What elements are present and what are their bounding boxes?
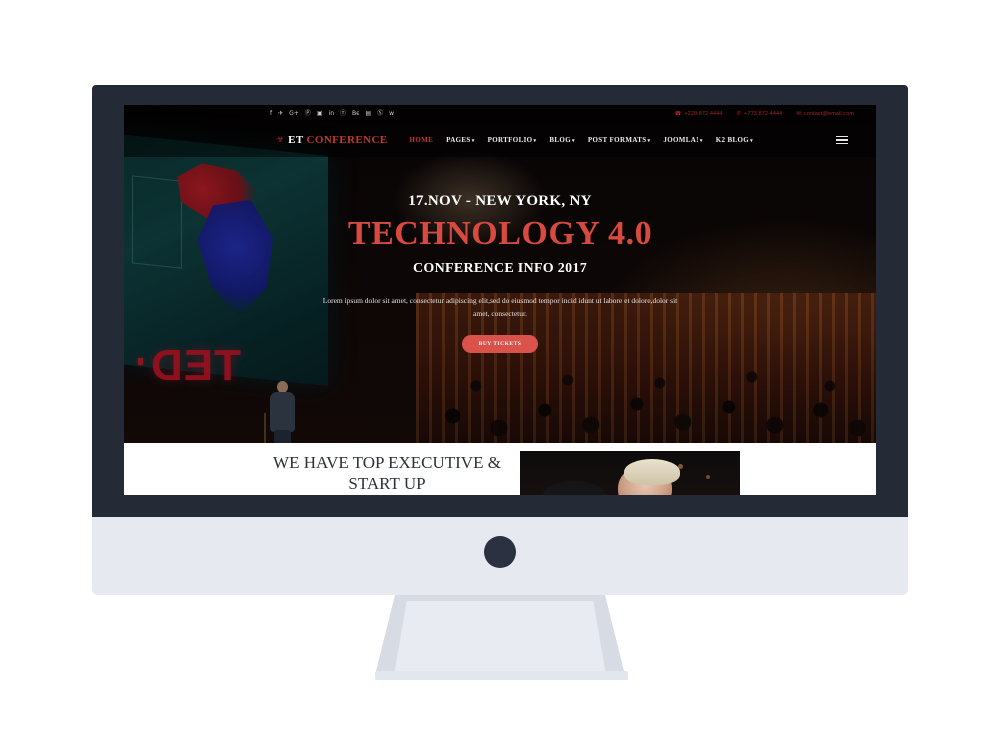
contact-phone-2[interactable]: ✆ +773 872 4444 [737, 111, 783, 117]
monitor-screen: TED f ✈ G+ Ⓟ ▣ in Ⓣ Bє ▤ Ⓢw ☎ +228 872 4… [124, 105, 876, 495]
contact-email[interactable]: ✉ contact@email.com [796, 111, 854, 117]
nav-menu: HOME PAGES▾ PORTFOLIO▾ BLOG▾ POST FORMATS▾ JO… [410, 136, 753, 144]
nav-item-label: POST FORMATS [587, 136, 647, 144]
instagram-icon[interactable]: ▣ [317, 111, 323, 117]
nav-item-label: JOOMLA! [663, 136, 699, 144]
chevron-down-icon: ▾ [699, 139, 703, 144]
hero-subtitle: CONFERENCE INFO 2017 [412, 261, 587, 276]
hamburger-line [836, 135, 848, 138]
vk-icon[interactable]: w [389, 111, 394, 117]
nav-item-label: BLOG [549, 136, 571, 144]
top-contact-info: ☎ +228 872 4444 ✆ +773 872 4444 ✉ contac… [675, 111, 855, 117]
photo-bokeh [678, 464, 683, 469]
chevron-down-icon: ▾ [750, 139, 753, 144]
chevron-down-icon: ▾ [471, 139, 475, 144]
buy-tickets-button[interactable]: BUY TICKETS [461, 335, 539, 354]
screenshot-stage: TED f ✈ G+ Ⓟ ▣ in Ⓣ Bє ▤ Ⓢw ☎ +228 872 4… [0, 0, 1000, 750]
website-viewport: TED f ✈ G+ Ⓟ ▣ in Ⓣ Bє ▤ Ⓢw ☎ +228 872 4… [124, 105, 876, 495]
phone-2-text: +773 872 4444 [744, 111, 783, 117]
mail-icon: ✉ [796, 111, 801, 117]
contact-phone-1[interactable]: ☎ +228 872 4444 [675, 111, 723, 117]
nav-item-label: PORTFOLIO [487, 136, 533, 144]
features-section: WE HAVE TOP EXECUTIVE & START UP [124, 443, 876, 495]
nav-item-home[interactable]: HOME [410, 136, 434, 144]
site-logo[interactable]: ☣ ET CONFERENCE [276, 134, 388, 146]
pinterest-icon[interactable]: Ⓟ [305, 111, 311, 117]
hero-content: 17.NOV - NEW YORK, NY TECHNOLOGY 4.0 CON… [124, 193, 876, 354]
photo-bokeh [706, 475, 710, 479]
chevron-down-icon: ▾ [647, 139, 651, 144]
nav-item-blog[interactable]: BLOG▾ [549, 136, 575, 144]
nav-item-label: K2 BLOG [715, 136, 750, 144]
top-utility-bar: f ✈ G+ Ⓟ ▣ in Ⓣ Bє ▤ Ⓢw ☎ +228 872 4444 ✆ +773 87… [124, 105, 876, 123]
chevron-down-icon: ▾ [572, 139, 575, 144]
mobile-icon: ✆ [736, 111, 742, 117]
nav-item-portfolio[interactable]: PORTFOLIO▾ [488, 136, 537, 144]
hamburger-line [836, 139, 848, 141]
chevron-down-icon: ▾ [533, 139, 537, 144]
photo-shoulder [542, 481, 606, 495]
features-heading: WE HAVE TOP EXECUTIVE & START UP [273, 453, 501, 494]
monitor-logo-dot [484, 536, 516, 568]
google-plus-icon[interactable]: G+ [289, 111, 299, 117]
email-text: contact@email.com [803, 111, 854, 117]
hero-title: TECHNOLOGY 4.0 [347, 215, 653, 252]
hero-description: Lorem ipsum dolor sit amet, consectetur … [322, 296, 678, 319]
social-icon-list: f ✈ G+ Ⓟ ▣ in Ⓣ Bє ▤ Ⓢw [270, 111, 394, 117]
nav-item-joomla[interactable]: JOOMLA!▾ [663, 136, 702, 144]
flickr-icon[interactable]: ▤ [365, 111, 371, 117]
skype-icon[interactable]: Ⓢ [377, 111, 383, 117]
nav-item-label: HOME [409, 136, 434, 144]
tumblr-icon[interactable]: Ⓣ [340, 111, 346, 117]
monitor-stand-neck-inner [394, 601, 606, 675]
features-photo [520, 451, 740, 495]
logo-text-primary: ET [288, 134, 307, 146]
logo-text-secondary: CONFERENCE [306, 134, 388, 146]
features-inner: WE HAVE TOP EXECUTIVE & START UP [124, 443, 876, 495]
behance-icon[interactable]: Bє [352, 111, 359, 117]
nav-item-k2-blog[interactable]: K2 BLOG▾ [716, 136, 753, 144]
photo-hair [624, 459, 680, 485]
hamburger-line [836, 142, 848, 145]
facebook-icon[interactable]: f [270, 111, 272, 117]
hero-kicker: 17.NOV - NEW YORK, NY [408, 193, 592, 209]
main-navigation-bar: ☣ ET CONFERENCE HOME PAGES▾ PORTFOLIO▾ BLOG… [124, 123, 876, 157]
nav-item-post-formats[interactable]: POST FORMATS▾ [588, 136, 650, 144]
linkedin-icon[interactable]: in [329, 111, 334, 117]
nav-item-label: PAGES [446, 136, 471, 144]
nav-item-pages[interactable]: PAGES▾ [446, 136, 474, 144]
logo-mark-icon: ☣ [276, 134, 285, 145]
logo-text: ET CONFERENCE [288, 134, 387, 146]
phone-icon: ☎ [674, 111, 682, 117]
phone-1-text: +228 872 4444 [684, 111, 723, 117]
monitor-stand-base [375, 671, 628, 680]
hamburger-menu-icon[interactable] [836, 135, 848, 145]
twitter-icon[interactable]: ✈ [278, 111, 283, 117]
